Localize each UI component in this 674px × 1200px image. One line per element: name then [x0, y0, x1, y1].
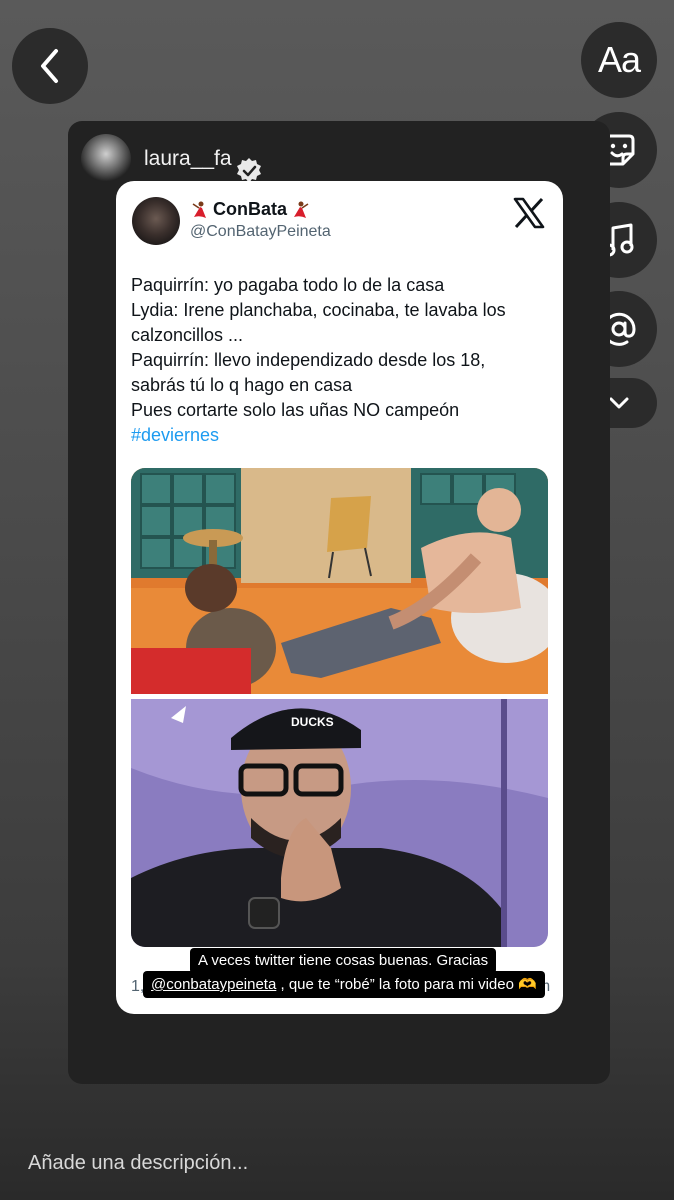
- tweet-line: Lydia: Irene planchaba, cocinaba, te lav…: [131, 300, 506, 320]
- text-tool-button[interactable]: Aa: [581, 22, 657, 98]
- cap-logo-text: DUCKS: [291, 715, 334, 729]
- tweet-line: calzoncillos ...: [131, 325, 244, 345]
- tweet-text: Paquirrín: yo pagaba todo lo de la casa …: [131, 273, 551, 448]
- tweet-line: sabrás tú lo q hago en casa: [131, 375, 353, 395]
- tweet-line: Paquirrín: yo pagaba todo lo de la casa: [131, 275, 445, 295]
- x-logo-icon: [513, 197, 545, 229]
- embedded-tweet[interactable]: ConBata @ConBatayPeineta Paquirrín: yo p…: [116, 181, 563, 1014]
- tweet-hashtag-link[interactable]: #deviernes: [131, 423, 551, 448]
- dancer-emoji-icon: [192, 201, 206, 218]
- chevron-down-icon: [609, 397, 629, 409]
- tweet-line: Pues cortarte solo las uñas NO campeón: [131, 400, 460, 420]
- tweet-line: Paquirrín: llevo independizado desde los…: [131, 350, 486, 370]
- tweet-display-name: ConBata: [190, 199, 310, 220]
- tweet-photo-collage: DUCKS: [131, 468, 548, 947]
- tweet-display-name-text: ConBata: [213, 199, 288, 219]
- story-username: laura__fa: [144, 147, 232, 170]
- caption-mention[interactable]: @conbataypeineta: [151, 976, 276, 993]
- description-input[interactable]: Añade una descripción...: [28, 1152, 248, 1175]
- caption-line-2-text: , que te “robé” la foto para mi video: [280, 976, 514, 993]
- dancer-emoji-icon: [294, 201, 309, 218]
- tweet-media[interactable]: DUCKS: [131, 468, 548, 947]
- caption-line-2[interactable]: @conbataypeineta , que te “robé” la foto…: [143, 971, 545, 998]
- chevron-left-icon: [41, 49, 58, 83]
- tweet-avatar: [132, 197, 180, 245]
- avatar: [81, 134, 131, 184]
- text-tool-label: Aa: [597, 39, 641, 80]
- tweet-handle: @ConBatayPeineta: [190, 223, 331, 240]
- back-button[interactable]: [12, 28, 88, 104]
- heart-hands-emoji-icon: 🫶: [518, 976, 537, 993]
